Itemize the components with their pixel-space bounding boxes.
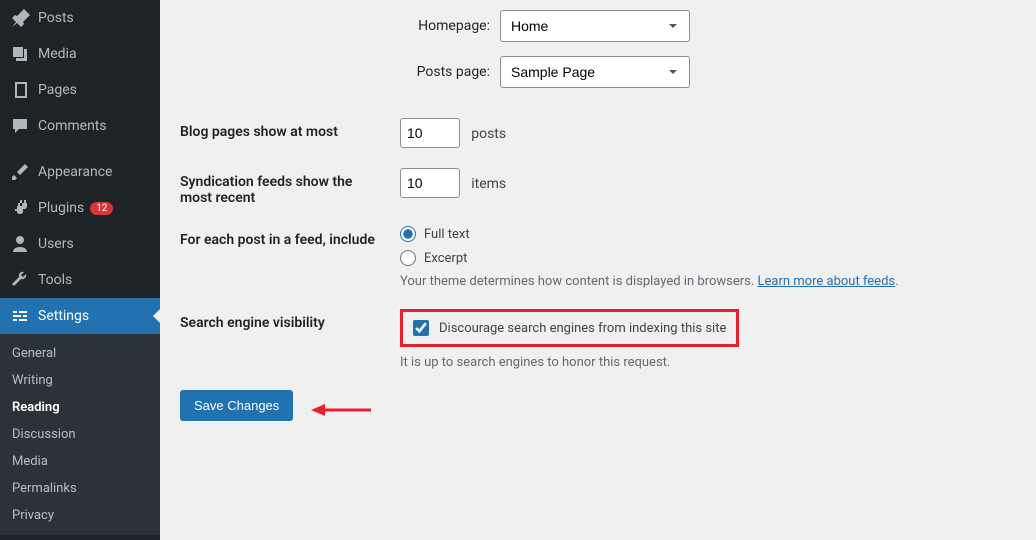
pushpin-icon <box>10 8 30 28</box>
feed-help-text: Your theme determines how content is dis… <box>400 274 1016 289</box>
sidebar-item-posts[interactable]: Posts <box>0 0 160 36</box>
search-visibility-checkbox[interactable] <box>413 320 429 336</box>
search-visibility-highlight: Discourage search engines from indexing … <box>400 309 739 347</box>
learn-more-link[interactable]: Learn more about feeds <box>758 274 896 289</box>
plug-icon <box>10 198 30 218</box>
sidebar-label: Comments <box>38 118 107 134</box>
feed-option-fulltext: Full text <box>424 227 470 242</box>
sidebar-label: Media <box>38 46 77 62</box>
sidebar-label: Users <box>38 236 74 252</box>
search-visibility-label: Search engine visibility <box>180 309 400 331</box>
annotation-arrow <box>311 400 371 420</box>
pages-icon <box>10 80 30 100</box>
submenu-reading[interactable]: Reading <box>0 394 160 421</box>
feed-radio-excerpt[interactable] <box>400 250 416 266</box>
plugins-badge: 12 <box>90 202 113 215</box>
sidebar-item-settings[interactable]: Settings <box>0 298 160 334</box>
sidebar-label: Plugins <box>38 200 84 216</box>
homepage-label: Homepage: <box>400 18 490 34</box>
sidebar-item-tools[interactable]: Tools <box>0 262 160 298</box>
blogpages-suffix: posts <box>471 126 506 142</box>
media-icon <box>10 44 30 64</box>
comments-icon <box>10 116 30 136</box>
settings-content: Homepage: Home Posts page: Sample Page B… <box>160 0 1036 540</box>
save-changes-button[interactable]: Save Changes <box>180 390 293 421</box>
submenu-discussion[interactable]: Discussion <box>0 421 160 448</box>
submenu-privacy[interactable]: Privacy <box>0 502 160 529</box>
brush-icon <box>10 162 30 182</box>
feed-option-excerpt: Excerpt <box>424 251 467 266</box>
sidebar-label: Posts <box>38 10 74 26</box>
search-visibility-checkbox-label: Discourage search engines from indexing … <box>439 321 726 336</box>
submenu-permalinks[interactable]: Permalinks <box>0 475 160 502</box>
submenu-media[interactable]: Media <box>0 448 160 475</box>
feed-radio-fulltext[interactable] <box>400 226 416 242</box>
feed-include-label: For each post in a feed, include <box>180 226 400 248</box>
sidebar-label: Appearance <box>38 164 112 180</box>
wrench-icon <box>10 270 30 290</box>
submenu-writing[interactable]: Writing <box>0 367 160 394</box>
sidebar-item-media[interactable]: Media <box>0 36 160 72</box>
sidebar-label: Tools <box>38 272 72 288</box>
settings-submenu: General Writing Reading Discussion Media… <box>0 334 160 535</box>
syndication-input[interactable] <box>400 168 460 198</box>
postspage-label: Posts page: <box>400 64 490 80</box>
sidebar-item-pages[interactable]: Pages <box>0 72 160 108</box>
submenu-general[interactable]: General <box>0 340 160 367</box>
sidebar-item-appearance[interactable]: Appearance <box>0 154 160 190</box>
sidebar-label: Settings <box>38 308 89 324</box>
user-icon <box>10 234 30 254</box>
sidebar-item-plugins[interactable]: Plugins 12 <box>0 190 160 226</box>
syndication-label: Syndication feeds show the most recent <box>180 168 400 206</box>
sidebar-item-users[interactable]: Users <box>0 226 160 262</box>
homepage-select[interactable]: Home <box>500 10 690 42</box>
search-visibility-help: It is up to search engines to honor this… <box>400 355 1016 370</box>
blogpages-label: Blog pages show at most <box>180 118 400 140</box>
sliders-icon <box>10 306 30 326</box>
syndication-suffix: items <box>471 176 506 192</box>
sidebar-item-comments[interactable]: Comments <box>0 108 160 144</box>
admin-sidebar: Posts Media Pages Comments Appearance Pl… <box>0 0 160 540</box>
sidebar-label: Pages <box>38 82 77 98</box>
blogpages-input[interactable] <box>400 118 460 148</box>
postspage-select[interactable]: Sample Page <box>500 56 690 88</box>
